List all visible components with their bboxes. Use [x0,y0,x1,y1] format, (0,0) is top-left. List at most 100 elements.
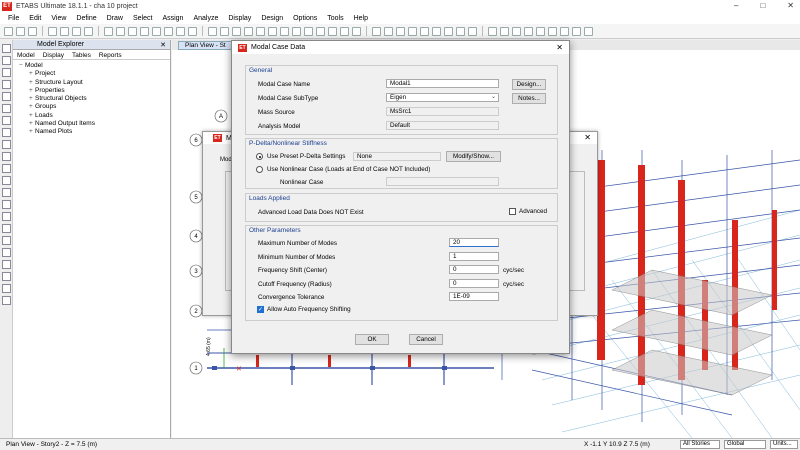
design-concrete-icon[interactable] [468,26,477,36]
menu-options[interactable]: Options [293,15,317,22]
columns-3d[interactable] [597,160,777,385]
mode-shape-icon[interactable] [432,26,441,36]
tree-item-structural-objects[interactable]: + Structural Objects [29,95,166,103]
snap-end-icon[interactable] [1,236,11,245]
draw-text-icon[interactable] [1,212,11,221]
plan-joint[interactable] [290,366,295,370]
move-up-icon[interactable] [280,26,289,36]
stress-icon[interactable] [420,26,429,36]
save-icon[interactable] [28,26,37,36]
slabs-3d[interactable] [611,269,773,396]
tree-item-properties[interactable]: + Properties [29,87,166,95]
menu-draw[interactable]: Draw [107,15,123,22]
cancel-button[interactable]: Cancel [409,334,443,345]
tree-item-loads[interactable]: + Loads [29,112,166,120]
zoom-all-icon[interactable] [176,26,185,36]
menu-tools[interactable]: Tools [327,15,343,22]
menu-design[interactable]: Design [261,15,283,22]
open-icon[interactable] [16,26,25,36]
column-icon[interactable] [524,26,533,36]
move-down-icon[interactable] [292,26,301,36]
beam-icon[interactable] [512,26,521,36]
menu-display[interactable]: Display [228,15,251,22]
support-icon[interactable] [548,26,557,36]
snap-mid-icon[interactable] [1,248,11,257]
plan-joint[interactable] [370,366,375,370]
tree-root[interactable]: − Model [19,62,166,70]
story-select[interactable]: All Stories [680,440,720,449]
plan-joint[interactable] [212,366,217,370]
tab-reports[interactable]: Reports [99,52,122,59]
draw-dimension-icon[interactable] [1,176,11,185]
tab-tables[interactable]: Tables [72,52,91,59]
reactions-icon[interactable] [396,26,405,36]
menu-view[interactable]: View [51,15,66,22]
display-objects-icon[interactable] [304,26,313,36]
view-yz-icon[interactable] [244,26,253,36]
extrude-icon[interactable] [340,26,349,36]
dialog-close-icon[interactable]: ✕ [556,43,563,52]
convergence-tolerance-input[interactable]: 1E-09 [449,292,499,301]
tree-item-groups[interactable]: + Groups [29,103,166,111]
reshape-icon[interactable] [1,56,11,65]
tree-item-named-plots[interactable]: + Named Plots [29,128,166,136]
text-style-icon[interactable] [488,26,497,36]
minimize-button[interactable]: – [734,1,738,10]
draw-wall-icon[interactable] [1,116,11,125]
draw-joint-icon[interactable] [1,68,11,77]
view-xy-icon[interactable] [220,26,229,36]
design-button[interactable]: Design... [512,79,546,90]
snap-perp-icon[interactable] [1,260,11,269]
menu-analyze[interactable]: Analyze [193,15,218,22]
tree-item-project[interactable]: + Project [29,70,166,78]
advanced-checkbox[interactable] [509,208,516,215]
draw-floor-icon[interactable] [1,128,11,137]
draw-brace-icon[interactable] [1,104,11,113]
zoom-previous-icon[interactable] [140,26,149,36]
modify-show-button[interactable]: Modify/Show... [446,151,501,162]
frame-section-icon[interactable] [500,26,509,36]
view-3d-icon[interactable] [208,26,217,36]
notes-button[interactable]: Notes... [512,93,546,104]
draw-beam-icon[interactable] [1,80,11,89]
tree-item-named-output-items[interactable]: + Named Output Items [29,120,166,128]
units-button[interactable]: Units... [770,440,798,449]
new-model-icon[interactable] [4,26,13,36]
plan-column[interactable] [256,355,259,367]
draw-column-icon[interactable] [1,92,11,101]
snap-line-icon[interactable] [1,296,11,305]
pen-icon[interactable] [584,26,593,36]
draw-tendon-icon[interactable] [1,164,11,173]
min-modes-input[interactable]: 1 [449,252,499,261]
menu-select[interactable]: Select [133,15,152,22]
set-display-icon[interactable] [328,26,337,36]
undo-icon[interactable] [48,26,57,36]
background-dialog-close-icon[interactable]: ✕ [584,133,591,142]
pan-icon[interactable] [164,26,173,36]
grid-icon[interactable] [352,26,361,36]
menu-file[interactable]: File [8,15,19,22]
frequency-shift-input[interactable]: 0 [449,265,499,274]
deformed-shape-icon[interactable] [372,26,381,36]
tab-display[interactable]: Display [43,52,64,59]
plan-column[interactable] [328,355,331,367]
pointer-icon[interactable] [1,44,11,53]
perspective-icon[interactable] [268,26,277,36]
force-diagram-icon[interactable] [384,26,393,36]
case-name-input[interactable]: Modal1 [386,79,499,88]
shrink-objects-icon[interactable] [316,26,325,36]
close-window-button[interactable]: ✕ [787,1,794,10]
redo-icon[interactable] [60,26,69,36]
nonlinear-case-radio[interactable] [256,166,263,173]
zoom-out-icon[interactable] [116,26,125,36]
animate-icon[interactable] [444,26,453,36]
brace-icon[interactable] [536,26,545,36]
maximize-button[interactable]: □ [760,1,765,10]
draw-grid-icon[interactable] [1,200,11,209]
menu-edit[interactable]: Edit [29,15,41,22]
run-analysis-icon[interactable] [84,26,93,36]
subtype-select[interactable]: Eigen ⌄ [386,93,499,102]
draw-link-icon[interactable] [1,152,11,161]
draw-section-cut-icon[interactable] [1,188,11,197]
zoom-fit-icon[interactable] [152,26,161,36]
